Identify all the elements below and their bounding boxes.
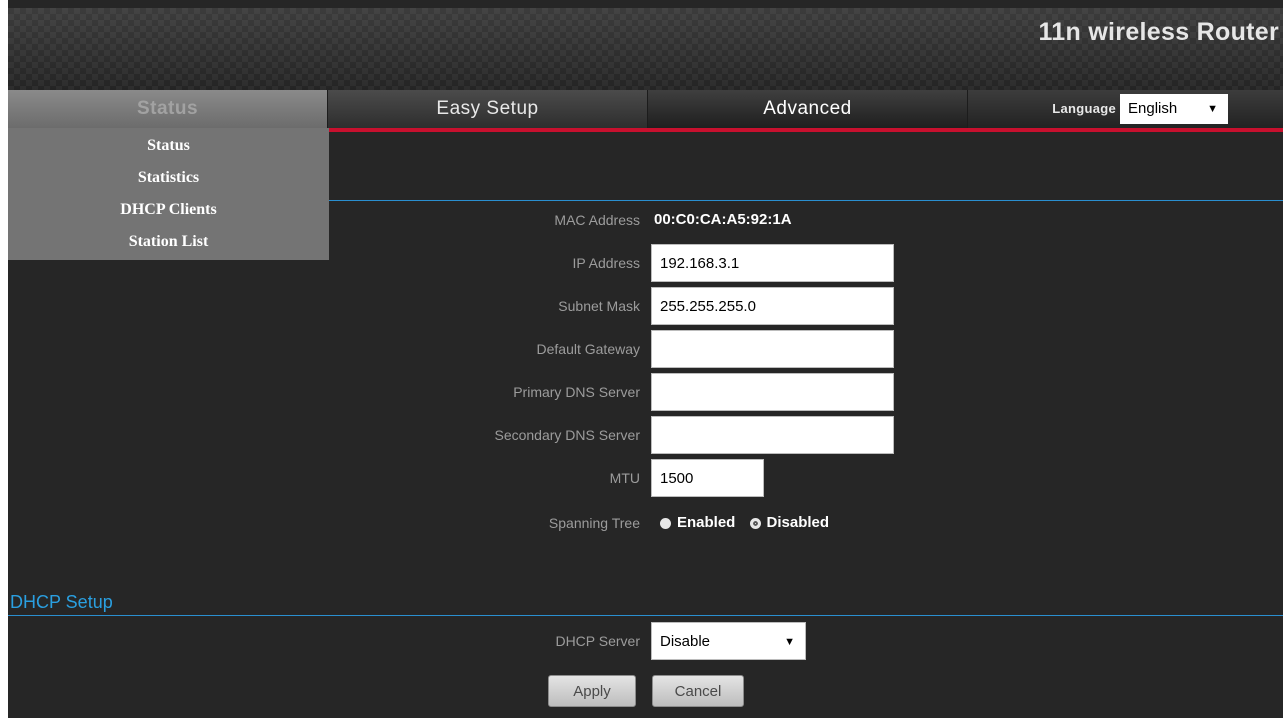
cancel-button[interactable]: Cancel — [652, 675, 744, 707]
tab-easy-setup[interactable]: Easy Setup — [328, 90, 647, 128]
mtu-label: MTU — [609, 470, 640, 486]
subnet-mask-label: Subnet Mask — [558, 298, 640, 314]
spanning-tree-enabled-option[interactable]: Enabled — [660, 506, 735, 540]
mac-address-row: MAC Address 00:C0:CA:A5:92:1A — [0, 203, 1283, 237]
mac-address-value: 00:C0:CA:A5:92:1A — [654, 211, 792, 228]
spanning-tree-disabled-label: Disabled — [766, 514, 830, 531]
secondary-dns-label: Secondary DNS Server — [494, 427, 640, 443]
default-gateway-row: Default Gateway — [0, 330, 1283, 368]
spanning-tree-label: Spanning Tree — [548, 515, 640, 531]
default-gateway-label: Default Gateway — [536, 341, 641, 357]
dhcp-server-select[interactable]: Disable ▼ — [651, 622, 806, 660]
secondary-dns-input[interactable] — [651, 416, 894, 454]
dhcp-divider — [8, 615, 1283, 616]
brand-title: 11n wireless Router — [1038, 18, 1279, 46]
language-value: English — [1128, 100, 1178, 117]
primary-dns-label: Primary DNS Server — [513, 384, 640, 400]
spanning-tree-enabled-label: Enabled — [677, 514, 736, 531]
ip-address-row: IP Address 192.168.3.1 — [0, 244, 1283, 282]
mac-address-label: MAC Address — [554, 212, 640, 228]
dhcp-server-label: DHCP Server — [555, 633, 640, 649]
ip-address-input[interactable]: 192.168.3.1 — [651, 244, 894, 282]
status-submenu: Status Statistics DHCP Clients Station L… — [8, 128, 329, 260]
spanning-tree-disabled-option[interactable]: Disabled — [749, 506, 830, 540]
mtu-row: MTU 1500 — [0, 459, 1283, 497]
subnet-mask-row: Subnet Mask 255.255.255.0 — [0, 287, 1283, 325]
radio-unselected-icon[interactable] — [660, 517, 671, 529]
chevron-down-icon: ▼ — [784, 636, 795, 648]
secondary-dns-row: Secondary DNS Server — [0, 416, 1283, 454]
language-select[interactable]: English ▼ — [1120, 94, 1228, 124]
primary-dns-input[interactable] — [651, 373, 894, 411]
dhcp-server-value: Disable — [660, 633, 711, 650]
tab-status[interactable]: Status — [8, 90, 327, 128]
language-bar: Language English ▼ — [968, 90, 1283, 128]
tab-advanced[interactable]: Advanced — [648, 90, 967, 128]
dhcp-server-row: DHCP Server Disable ▼ — [0, 622, 1283, 660]
header-banner: 11n wireless Router — [8, 8, 1283, 90]
section-divider — [329, 200, 1283, 201]
language-label: Language — [1052, 101, 1116, 116]
chevron-down-icon: ▼ — [1207, 103, 1218, 115]
spanning-tree-row: Spanning Tree Enabled Disabled — [0, 506, 1283, 540]
mtu-input[interactable]: 1500 — [651, 459, 764, 497]
main-nav: Status Easy Setup Advanced Language Engl… — [8, 90, 1283, 128]
apply-button[interactable]: Apply — [548, 675, 636, 707]
default-gateway-input[interactable] — [651, 330, 894, 368]
ip-address-label: IP Address — [572, 255, 640, 271]
subnet-mask-input[interactable]: 255.255.255.0 — [651, 287, 894, 325]
dhcp-setup-title: DHCP Setup — [10, 592, 113, 612]
submenu-item-statistics[interactable]: Statistics — [8, 163, 329, 195]
radio-selected-icon[interactable] — [749, 517, 761, 529]
nav-underline — [328, 128, 1283, 132]
primary-dns-row: Primary DNS Server — [0, 373, 1283, 411]
spanning-tree-options: Enabled Disabled — [660, 506, 839, 540]
submenu-item-status[interactable]: Status — [8, 128, 329, 163]
